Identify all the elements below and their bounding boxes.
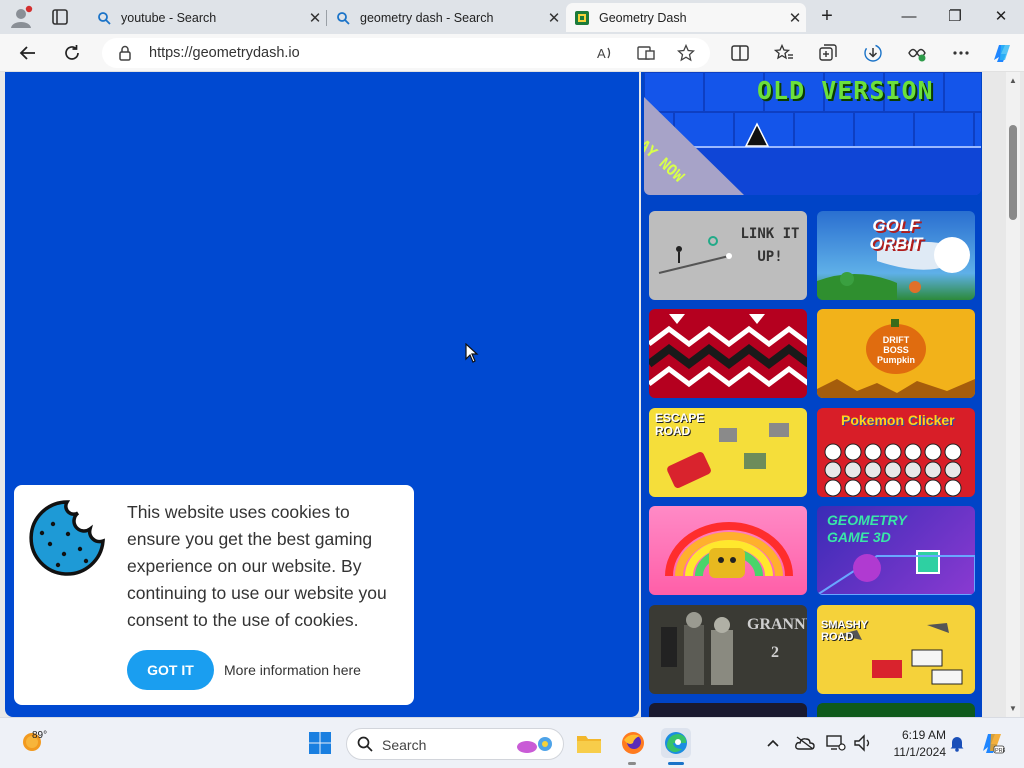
minimize-button[interactable]: — [889,5,929,29]
system-clock[interactable]: 6:19 AM 11/1/2024 [880,727,947,761]
cookie-message: This website uses cookies to ensure you … [127,502,387,630]
game-title: GRANNY 2 [747,616,807,661]
restore-button[interactable]: ❐ [935,5,975,29]
running-indicator [628,762,636,765]
page-scrollbar[interactable]: ▲ ▼ [1006,72,1020,717]
start-windows-icon[interactable] [305,728,335,758]
tab-geometry-dash[interactable]: Geometry Dash ✕ [566,3,806,32]
favorites-icon[interactable] [773,42,795,64]
game-thumb-rainbow-candy[interactable] [649,506,807,595]
game-thumb-partial[interactable] [649,703,807,717]
game-title: ESCAPE ROAD [655,411,705,438]
scroll-up-arrow-icon[interactable]: ▲ [1009,76,1017,85]
scroll-down-arrow-icon[interactable]: ▼ [1009,704,1017,713]
game-title: Pokemon Clicker [841,412,955,428]
game-thumb-zigzag[interactable] [649,309,807,398]
got-it-button[interactable]: GOT IT [127,650,214,690]
cookie-icon [28,499,106,582]
search-placeholder: Search [382,737,427,753]
copilot-taskbar-icon[interactable]: PRE [977,728,1007,758]
split-screen-icon[interactable] [729,42,751,64]
clock-date: 11/1/2024 [893,745,947,759]
back-button[interactable] [15,41,41,65]
copilot-icon[interactable] [989,41,1015,65]
taskbar-search-box[interactable]: Search [346,728,564,760]
more-options-icon[interactable] [950,42,972,64]
search-highlight-icon [515,734,557,761]
firefox-icon[interactable] [618,728,648,758]
game-thumb-golf-orbit[interactable]: GOLF ORBIT [817,211,975,300]
lock-icon[interactable] [118,45,132,66]
network-icon[interactable] [826,733,846,753]
mouse-cursor-icon [465,342,479,368]
game-title: GEOMETRY GAME 3D [827,512,907,545]
tab-bar: youtube - Search ✕ geometry dash - Searc… [0,0,1024,34]
game-thumb-granny-2[interactable]: GRANNY 2 [649,605,807,694]
game-thumb-escape-road[interactable]: ESCAPE ROAD [649,408,807,497]
search-icon [357,736,373,757]
address-bar[interactable]: https://geometrydash.io A [102,38,710,68]
game-thumb-link-it-up[interactable]: LINK IT UP! [649,211,807,300]
notification-bell-icon[interactable] [947,733,967,753]
close-tab-icon[interactable]: ✕ [784,9,806,27]
profile-icon[interactable] [8,5,34,29]
refresh-button[interactable] [59,41,85,65]
edge-icon[interactable] [661,728,691,758]
game-thumb-smashy-road[interactable]: SMASHY ROAD [817,605,975,694]
games-sidebar: OLD VERSION PLAY NOW LINK IT UP! GOLF OR… [641,72,982,717]
tab-title: youtube - Search [121,10,217,25]
banner-title: OLD VERSION [757,76,934,105]
page-viewport: OLD VERSION PLAY NOW LINK IT UP! GOLF OR… [0,72,1024,717]
game-title: LINK IT UP! [740,226,800,265]
svg-text:A: A [597,46,606,61]
tab-title: Geometry Dash [599,10,687,25]
temperature-label[interactable]: 89° [32,730,47,741]
cookie-consent-banner: This website uses cookies to ensure you … [14,485,414,705]
close-tab-icon[interactable]: ✕ [304,9,326,27]
scroll-thumb[interactable] [1009,125,1017,220]
close-tab-icon[interactable]: ✕ [543,9,565,27]
onedrive-icon[interactable] [795,733,815,753]
svg-text:PRE: PRE [995,748,1005,754]
tab-youtube-search[interactable]: youtube - Search ✕ [88,3,326,32]
game-title: DRIFT BOSS Pumpkin [876,335,915,365]
game-thumb-partial[interactable] [817,703,975,717]
game-thumb-drift-boss-pumpkin[interactable]: DRIFT BOSS Pumpkin [817,309,975,398]
game-thumb-geometry-game-3d[interactable]: GEOMETRY GAME 3D [817,506,975,595]
search-icon [335,10,351,26]
file-explorer-icon[interactable] [574,728,604,758]
game-thumb-pokemon-clicker[interactable]: Pokemon Clicker [817,408,975,497]
close-window-button[interactable]: ✕ [981,5,1021,29]
search-icon [96,10,112,26]
tab-title: geometry dash - Search [360,10,494,25]
downloads-icon[interactable] [862,42,884,64]
show-hidden-icons-chevron-icon[interactable] [763,733,783,753]
immersive-reader-icon[interactable] [636,44,656,62]
geometry-dash-favicon-icon [574,10,590,26]
new-tab-button[interactable]: + [816,6,838,28]
volume-icon[interactable] [853,733,873,753]
favorite-star-icon[interactable] [676,44,696,62]
tab-geometry-dash-search[interactable]: geometry dash - Search ✕ [327,3,565,32]
url-text[interactable]: https://geometrydash.io [149,45,300,61]
browser-toolbar: https://geometrydash.io A [0,34,1024,72]
performance-icon[interactable] [906,42,928,64]
collections-icon[interactable] [817,42,839,64]
old-version-banner[interactable]: OLD VERSION PLAY NOW [644,72,981,195]
more-information-link[interactable]: More information here [224,662,361,678]
read-aloud-icon[interactable]: A [596,44,616,62]
active-indicator [668,762,684,765]
windows-taskbar: 89° Search 6:19 AM 11/1/2024 PRE [0,717,1024,768]
game-title: GOLF ORBIT [869,216,923,253]
game-title: SMASHY ROAD [821,619,868,643]
clock-time: 6:19 AM [901,728,946,742]
tab-actions-icon[interactable] [50,7,70,27]
